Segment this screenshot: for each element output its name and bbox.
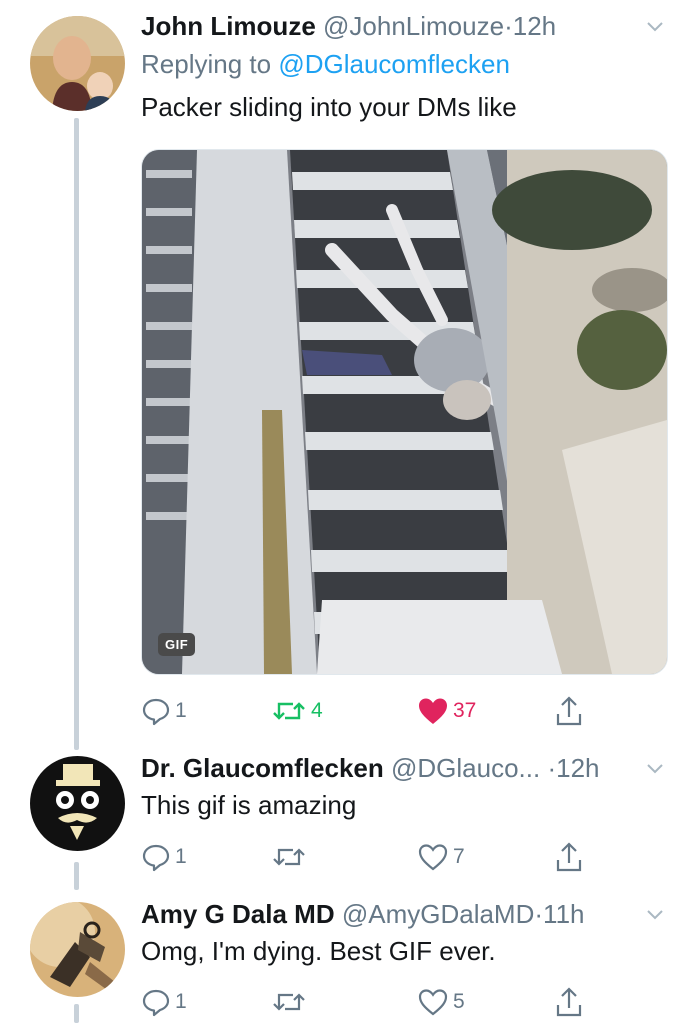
heart-filled-icon (419, 698, 447, 724)
retweet-icon (273, 993, 305, 1011)
like-button[interactable]: 5 (417, 985, 465, 1019)
share-button[interactable] (554, 840, 584, 874)
reply-icon (142, 698, 170, 726)
retweet-button[interactable] (271, 985, 311, 1019)
chevron-down-icon[interactable] (645, 905, 665, 925)
reply-icon (142, 989, 170, 1017)
gif-media[interactable]: GIF (141, 149, 668, 675)
reply-button[interactable]: 1 (141, 985, 187, 1019)
reply-count: 1 (175, 699, 187, 722)
separator-dot: · (504, 11, 513, 41)
like-button[interactable]: 7 (417, 840, 465, 874)
replying-to: Replying to @DGlaucomflecken (141, 49, 510, 80)
mention-link[interactable]: @DGlaucomflecken (278, 49, 510, 79)
thread-line (74, 1004, 79, 1023)
user-handle[interactable]: @JohnLimouze (323, 11, 504, 41)
timestamp[interactable]: 11h (543, 899, 584, 929)
share-icon (556, 987, 582, 1017)
share-icon (556, 842, 582, 872)
share-icon (556, 696, 582, 726)
avatar[interactable] (30, 756, 125, 851)
tweet-header: Dr. Glaucomflecken @DGlauco... ·12h (141, 753, 665, 783)
retweet-icon (273, 848, 305, 866)
retweet-button[interactable] (271, 840, 311, 874)
reply-count: 1 (175, 845, 187, 868)
heart-icon (418, 844, 448, 871)
tweet-text: This gif is amazing (141, 790, 357, 820)
display-name[interactable]: Amy G Dala MD (141, 899, 335, 929)
display-name[interactable]: Dr. Glaucomflecken (141, 753, 384, 783)
like-button[interactable]: 37 (417, 694, 476, 728)
tweet-text: Omg, I'm dying. Best GIF ever. (141, 936, 496, 966)
gif-badge: GIF (158, 633, 196, 656)
heart-icon (418, 989, 448, 1016)
replying-to-label: Replying to (141, 49, 279, 79)
separator-dot: · (534, 899, 544, 929)
retweet-button[interactable]: 4 (271, 694, 323, 728)
tweet-text: Packer sliding into your DMs like (141, 92, 517, 122)
timestamp[interactable]: 12h (513, 11, 556, 41)
retweet-count: 4 (311, 699, 323, 722)
user-handle[interactable]: @AmyGDalaMD (342, 899, 535, 929)
share-button[interactable] (554, 694, 584, 728)
like-count: 7 (453, 845, 465, 868)
timestamp[interactable]: 12h (556, 753, 599, 783)
reply-count: 1 (175, 990, 187, 1013)
tweet-actions: 1 4 37 (141, 694, 651, 728)
thread-line (74, 862, 79, 890)
user-handle[interactable]: @DGlauco... (391, 753, 540, 783)
retweet-icon (273, 702, 305, 720)
chevron-down-icon[interactable] (645, 759, 665, 779)
reply-button[interactable]: 1 (141, 840, 187, 874)
avatar[interactable] (30, 16, 125, 111)
tweet-header: Amy G Dala MD @AmyGDalaMD·11h (141, 899, 665, 929)
tweet-header: John Limouze @JohnLimouze·12h (141, 11, 665, 41)
thread-line (74, 118, 79, 750)
tweet-actions: 1 5 (141, 985, 651, 1019)
avatar[interactable] (30, 902, 125, 997)
share-button[interactable] (554, 985, 584, 1019)
like-count: 5 (453, 990, 465, 1013)
reply-icon (142, 844, 170, 872)
gif-image (142, 150, 667, 674)
like-count: 37 (453, 699, 477, 722)
reply-button[interactable]: 1 (141, 694, 187, 728)
tweet-actions: 1 7 (141, 840, 651, 874)
chevron-down-icon[interactable] (645, 17, 665, 37)
separator-dot: · (547, 753, 557, 783)
display-name[interactable]: John Limouze (141, 11, 316, 41)
